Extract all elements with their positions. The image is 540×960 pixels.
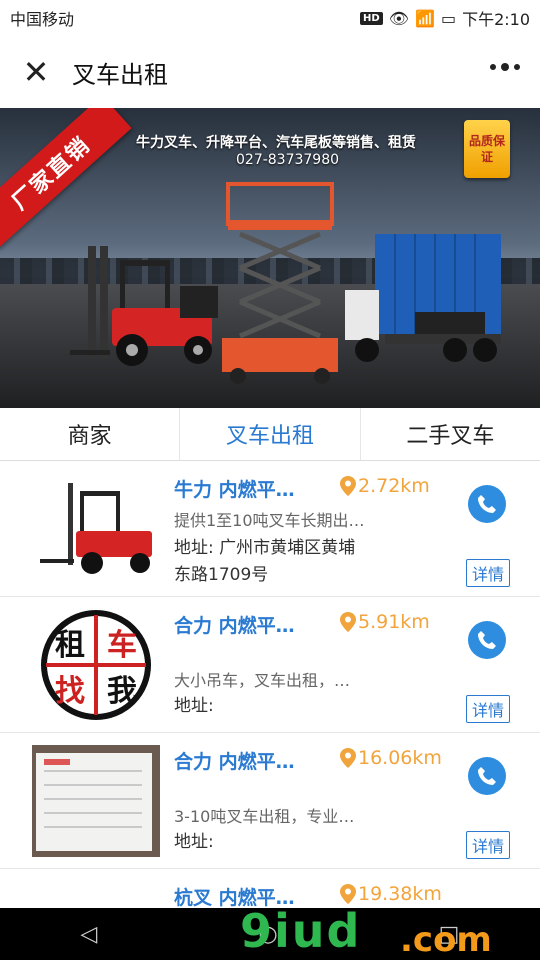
more-icon[interactable] (490, 63, 520, 71)
location-pin-icon (340, 748, 356, 768)
status-icons: HD 👁 📶 ▭ 下午2:10 (360, 6, 530, 30)
clock-label: 下午2:10 (462, 10, 530, 29)
listing-distance: 16.06km (340, 747, 442, 769)
location-pin-icon (340, 612, 356, 632)
wifi-icon: 📶 (415, 8, 435, 28)
call-button[interactable] (468, 485, 506, 523)
thumb-char-1: 租 (55, 628, 85, 663)
listing-address: 地址: (174, 693, 214, 720)
title-bar: ✕ 叉车出租 (0, 36, 540, 108)
call-button[interactable] (468, 757, 506, 795)
forklift-image (70, 246, 218, 366)
listing-distance: 19.38km (340, 883, 442, 905)
truck-image (345, 234, 501, 362)
tab-forklift-rental[interactable]: 叉车出租 (180, 408, 361, 460)
status-bar: 中国移动 HD 👁 📶 ▭ 下午2:10 (0, 0, 540, 36)
tab-bar: 商家 叉车出租 二手叉车 (0, 408, 540, 461)
hd-badge: HD (360, 11, 383, 25)
listing-description: 大小吊车，叉车出租，… (174, 671, 351, 690)
address-line-1: 广州市黄埔区黄埔 (219, 538, 356, 558)
listing-distance: 5.91km (340, 611, 430, 633)
detail-button[interactable]: 详情 (465, 831, 510, 859)
watermark-domain: .com (400, 920, 492, 960)
listing-name[interactable]: 合力 内燃平… (174, 611, 295, 638)
listing-name[interactable]: 牛力 内燃平… (174, 475, 295, 502)
distance-value: 19.38km (358, 883, 442, 905)
address-label: 地址: (174, 538, 214, 558)
promo-banner[interactable]: 厂家直销 牛力叉车、升降平台、汽车尾板等销售、租赁 027-83737980 品… (0, 108, 540, 408)
quality-badge: 品质保证 (464, 120, 510, 178)
thumb-char-3: 找 (55, 674, 85, 709)
distance-value: 2.72km (358, 475, 430, 497)
call-button[interactable] (468, 621, 506, 659)
phone-icon (478, 767, 496, 785)
page-title: 叉车出租 (72, 60, 168, 89)
location-pin-icon (340, 476, 356, 496)
listing-description: 3-10吨叉车出租，专业… (174, 807, 355, 826)
listing-address: 地址: 广州市黄埔区黄埔 东路1709号 (174, 535, 355, 589)
address-label: 地址: (174, 832, 214, 852)
listing-description: 提供1至10吨叉车长期出… (174, 511, 365, 530)
banner-phone: 027-83737980 (236, 152, 340, 168)
detail-button[interactable]: 详情 (465, 695, 510, 723)
listing-name[interactable]: 合力 内燃平… (174, 747, 295, 774)
battery-icon: ▭ (440, 8, 457, 28)
back-icon[interactable]: ◁ (81, 922, 98, 947)
location-pin-icon (340, 884, 356, 904)
listing-thumbnail: 租 车 找 我 (32, 609, 160, 721)
banner-headline: 牛力叉车、升降平台、汽车尾板等销售、租赁 (136, 135, 416, 151)
thumb-char-4: 我 (107, 674, 137, 709)
list-item[interactable]: 租 车 找 我 合力 内燃平… 5.91km 大小吊车，叉车出租，… 地址: 详… (0, 597, 540, 733)
listing-thumbnail (32, 745, 160, 857)
list-item[interactable]: 合力 内燃平… 16.06km 3-10吨叉车出租，专业… 地址: 详情 (0, 733, 540, 869)
address-line-2: 东路1709号 (174, 565, 269, 585)
listing-address: 地址: (174, 829, 214, 856)
listing-list: 牛力 内燃平… 2.72km 提供1至10吨叉车长期出… 地址: 广州市黄埔区黄… (0, 461, 540, 929)
list-item[interactable]: 牛力 内燃平… 2.72km 提供1至10吨叉车长期出… 地址: 广州市黄埔区黄… (0, 461, 540, 597)
listing-distance: 2.72km (340, 475, 430, 497)
scissor-lift-image (222, 182, 338, 384)
eye-icon: 👁 (388, 8, 410, 28)
phone-icon (478, 631, 496, 649)
tab-used-forklift[interactable]: 二手叉车 (361, 408, 540, 460)
detail-button[interactable]: 详情 (465, 559, 510, 587)
distance-value: 16.06km (358, 747, 442, 769)
tab-merchants[interactable]: 商家 (0, 408, 181, 460)
listing-thumbnail (32, 473, 160, 585)
thumb-char-2: 车 (107, 628, 137, 663)
distance-value: 5.91km (358, 611, 430, 633)
address-label: 地址: (174, 696, 214, 716)
watermark-logo: 9iud (240, 904, 362, 958)
close-icon[interactable]: ✕ (18, 53, 54, 91)
phone-icon (478, 495, 496, 513)
carrier-label: 中国移动 (10, 10, 75, 29)
